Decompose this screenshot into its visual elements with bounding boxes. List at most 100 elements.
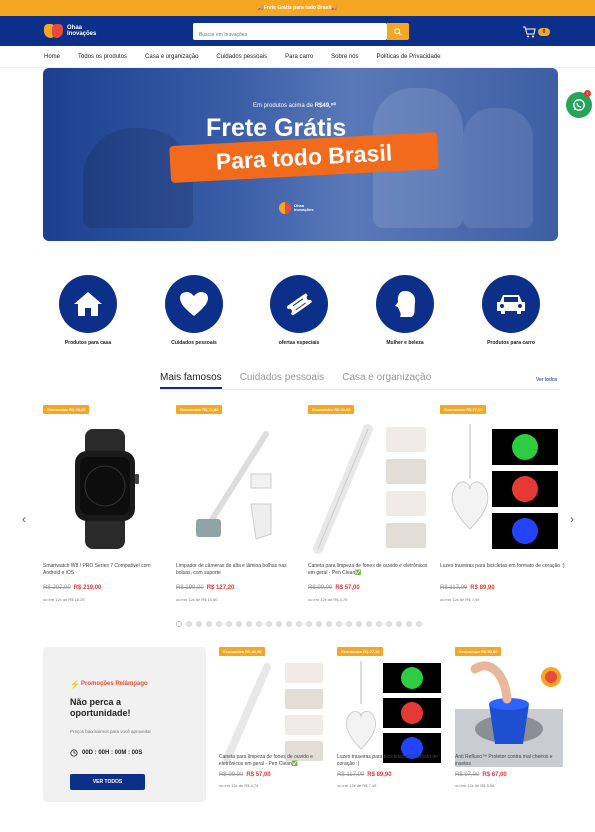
carousel-next-button[interactable]: › bbox=[570, 512, 574, 526]
tab-home-organization[interactable]: Casa e organização bbox=[342, 372, 431, 389]
pagination-dot[interactable] bbox=[306, 621, 312, 627]
pagination-dot[interactable] bbox=[416, 621, 422, 627]
flash-sale-panel: ⚡ Promoções Relâmpago Não perca a oportu… bbox=[43, 647, 206, 802]
product-installment: ou em 12x de R$ 7,49 bbox=[440, 597, 480, 602]
logo-icon bbox=[279, 202, 291, 214]
pagination-dot[interactable] bbox=[246, 621, 252, 627]
pagination-dot[interactable] bbox=[406, 621, 412, 627]
cart-icon bbox=[523, 26, 536, 38]
nav-item-personal-care[interactable]: Cuidados pessoais bbox=[216, 54, 267, 60]
product-image-smartwatch bbox=[75, 429, 139, 549]
tab-personal-care[interactable]: Cuidados pessoais bbox=[240, 372, 325, 389]
pagination-dot[interactable] bbox=[196, 621, 202, 627]
product-installment: ou em 12x de R$ 18,25 bbox=[43, 597, 85, 602]
category-car-products[interactable]: Produtos para carro bbox=[471, 275, 551, 346]
pagination-dot[interactable] bbox=[386, 621, 392, 627]
category-home-products[interactable]: Produtos para casa bbox=[48, 275, 128, 346]
product-price: R$ 99,90 R$ 57,00 bbox=[308, 585, 360, 591]
logo-text: Ohaa Inovações bbox=[67, 25, 97, 37]
search-input[interactable] bbox=[193, 26, 365, 44]
carousel-pagination bbox=[176, 621, 422, 627]
product-name: Caneta para limpeza de fones de ouvido e… bbox=[308, 563, 428, 576]
tab-most-famous[interactable]: Mais famosos bbox=[160, 372, 222, 389]
pagination-dot[interactable] bbox=[206, 621, 212, 627]
product-image-cleaning-pen bbox=[313, 424, 426, 554]
cart-count-badge: 0 bbox=[538, 28, 550, 36]
product-name: Limpador de câmeras de alta e lâmina bol… bbox=[176, 563, 287, 576]
product-name: Smartwatch W8 / PRO Series 7 Compatível … bbox=[43, 563, 151, 576]
category-special-offers[interactable]: ofertas especiais bbox=[259, 275, 339, 346]
pagination-dot[interactable] bbox=[366, 621, 372, 627]
pagination-dot[interactable] bbox=[276, 621, 282, 627]
product-installment: ou em 12x de R$ 4,75 bbox=[219, 783, 259, 788]
pagination-dot[interactable] bbox=[176, 621, 182, 627]
nav-item-privacy[interactable]: Políticas de Privacidade bbox=[377, 54, 441, 60]
discount-badge: Economize R$ 27,10 bbox=[440, 405, 487, 414]
product-name: Luzes traseiras para bicicletas em forma… bbox=[440, 563, 565, 569]
hero-banner[interactable]: Em produtos acima de R$49,⁹⁰ Frete Gráti… bbox=[43, 68, 558, 241]
heart-icon bbox=[180, 292, 208, 316]
see-all-button[interactable]: VER TODOS bbox=[70, 774, 145, 790]
see-all-link[interactable]: Ver todos bbox=[536, 377, 557, 383]
clock-icon bbox=[70, 749, 78, 757]
house-icon bbox=[74, 292, 102, 316]
nav-item-all-products[interactable]: Todos os produtos bbox=[78, 54, 127, 60]
product-installment: ou em 12x de R$ 7,49 bbox=[337, 783, 377, 788]
category-label: ofertas especiais bbox=[278, 340, 320, 346]
product-name: Luzes traseiras para bicicletas em forma… bbox=[337, 754, 438, 767]
product-price: R$ 117,00 R$ 89,90 bbox=[440, 585, 495, 591]
category-label: Produtos para casa bbox=[64, 340, 112, 346]
product-image-drain-protector bbox=[455, 661, 563, 767]
pagination-dot[interactable] bbox=[256, 621, 262, 627]
site-logo[interactable]: Ohaa Inovações bbox=[44, 22, 107, 40]
pagination-dot[interactable] bbox=[336, 621, 342, 627]
pagination-dot[interactable] bbox=[346, 621, 352, 627]
discount-badge: Economize R$ 42,90 bbox=[219, 647, 266, 656]
announcement-text: 🚚Frete Grátis para todo Brasil🚚 bbox=[257, 5, 338, 11]
pagination-dot[interactable] bbox=[296, 621, 302, 627]
pagination-dot[interactable] bbox=[356, 621, 362, 627]
search-button[interactable] bbox=[387, 23, 409, 40]
hero-logo-text: Ohaa Inovações bbox=[294, 203, 314, 212]
announcement-bar: 🚚Frete Grátis para todo Brasil🚚 bbox=[0, 0, 595, 16]
nav-item-about[interactable]: Sobre nós bbox=[331, 54, 358, 60]
product-image-bike-lights bbox=[345, 661, 441, 763]
pagination-dot[interactable] bbox=[236, 621, 242, 627]
cart-button[interactable] bbox=[522, 25, 536, 43]
nav-item-home[interactable]: Home bbox=[44, 54, 60, 60]
pagination-dot[interactable] bbox=[396, 621, 402, 627]
pagination-dot[interactable] bbox=[186, 621, 192, 627]
product-price: R$ 297,00 R$ 219,00 bbox=[43, 585, 102, 591]
search-bar bbox=[193, 23, 409, 44]
product-installment: ou em 12x de R$ 5,58 bbox=[455, 783, 495, 788]
category-woman-beauty[interactable]: Mulher e beleza bbox=[365, 275, 445, 346]
search-icon bbox=[394, 27, 402, 36]
pagination-dot[interactable] bbox=[226, 621, 232, 627]
nav-item-car[interactable]: Para carro bbox=[285, 54, 313, 60]
product-price: R$ 117,00 R$ 89,90 bbox=[337, 772, 392, 778]
tabs-divider bbox=[160, 389, 560, 390]
discount-badge: Economize R$ 42,90 bbox=[308, 405, 355, 414]
pagination-dot[interactable] bbox=[286, 621, 292, 627]
discount-badge: Economize R$ 78,00 bbox=[43, 405, 90, 414]
pagination-dot[interactable] bbox=[316, 621, 322, 627]
hero-subtitle: Em produtos acima de R$49,⁹⁰ bbox=[253, 103, 336, 109]
product-name: Anti Refluxo™ Protetor contra mal cheiro… bbox=[455, 754, 553, 767]
pagination-dot[interactable] bbox=[376, 621, 382, 627]
product-installment: ou em 12x de R$ 10,60 bbox=[176, 597, 218, 602]
category-personal-care[interactable]: Cuidados pessoais bbox=[154, 275, 234, 346]
product-price: R$ 99,90 R$ 57,00 bbox=[219, 772, 271, 778]
product-image-bike-lights bbox=[451, 424, 558, 549]
pagination-dot[interactable] bbox=[266, 621, 272, 627]
product-name: Caneta para limpeza de fones de ouvido e… bbox=[219, 754, 313, 767]
carousel-prev-button[interactable]: ‹ bbox=[22, 512, 26, 526]
discount-badge: Economize R$ 27,10 bbox=[337, 647, 384, 656]
product-image-cleaning-pen bbox=[223, 663, 323, 763]
pagination-dot[interactable] bbox=[216, 621, 222, 627]
woman-head-icon bbox=[395, 291, 416, 317]
pagination-dot[interactable] bbox=[326, 621, 332, 627]
lightning-icon: ⚡ bbox=[70, 680, 80, 689]
product-price: R$ 97,00 R$ 67,00 bbox=[455, 772, 507, 778]
nav-item-home-organization[interactable]: Casa e organização bbox=[145, 54, 198, 60]
product-installment: ou em 12x de R$ 4,75 bbox=[308, 597, 348, 602]
